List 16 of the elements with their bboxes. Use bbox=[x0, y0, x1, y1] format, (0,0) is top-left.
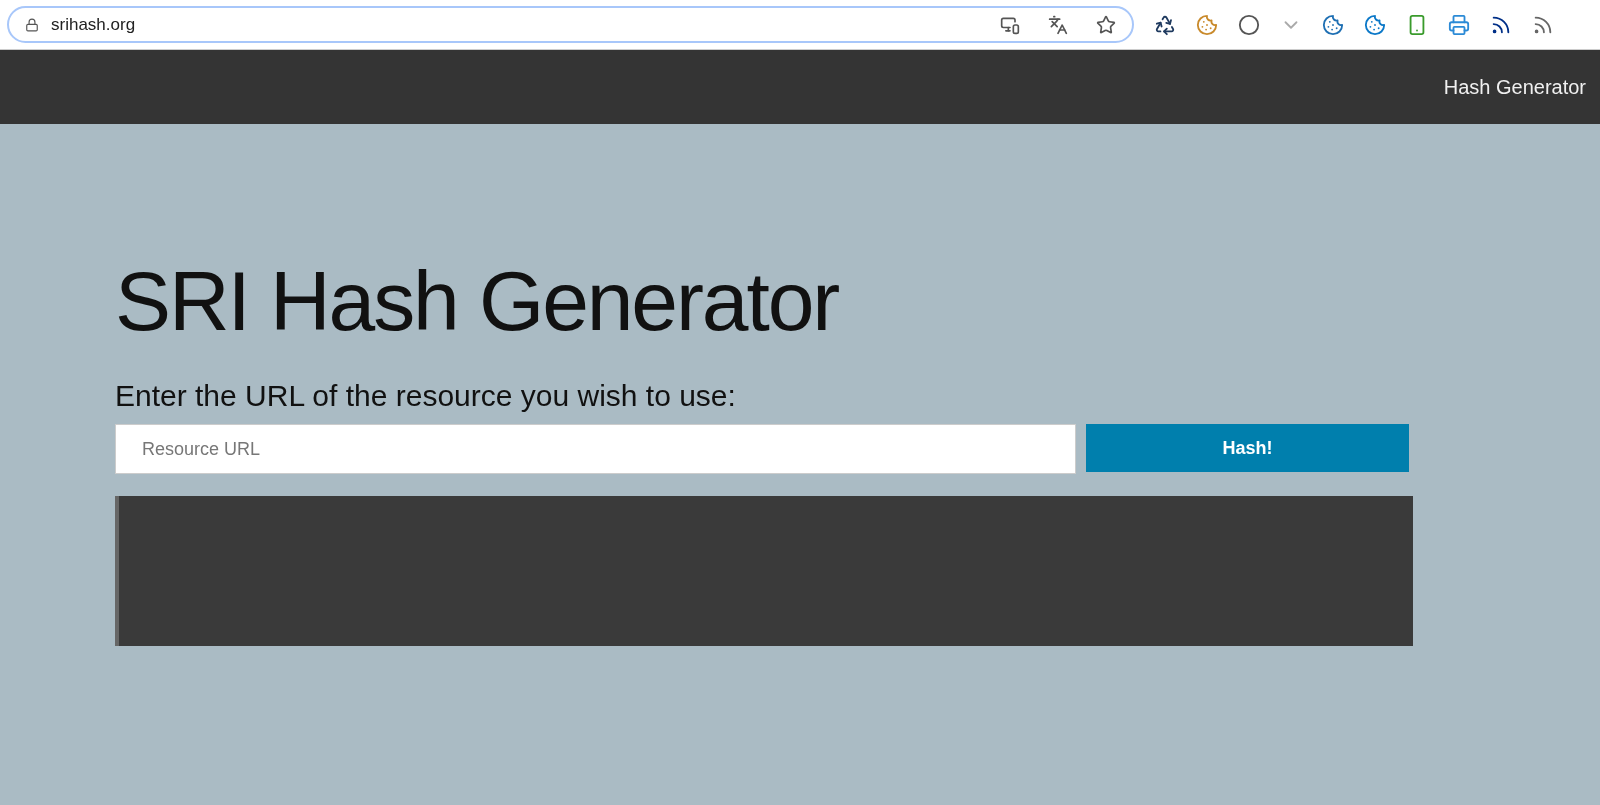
page-title: SRI Hash Generator bbox=[115, 259, 840, 343]
address-bar[interactable]: srihash.org bbox=[7, 6, 1134, 43]
recycle-icon[interactable] bbox=[1154, 13, 1176, 36]
printer-icon[interactable] bbox=[1448, 13, 1470, 36]
url-text: srihash.org bbox=[51, 13, 137, 36]
ring-icon[interactable] bbox=[1238, 13, 1260, 36]
cookie-icon[interactable] bbox=[1322, 13, 1344, 36]
prompt-text: Enter the URL of the resource you wish to use: bbox=[115, 378, 737, 414]
cookie-icon[interactable] bbox=[1196, 13, 1218, 36]
resource-url-field[interactable]: Resource URL bbox=[115, 424, 1076, 474]
hash-button[interactable]: Hash! bbox=[1086, 424, 1409, 472]
lock-icon bbox=[25, 17, 39, 32]
translate-icon[interactable] bbox=[1048, 14, 1068, 35]
cookie-icon[interactable] bbox=[1364, 13, 1386, 36]
nav-link[interactable]: Hash Generator bbox=[1443, 72, 1586, 102]
bookmark-star-icon[interactable] bbox=[1096, 14, 1116, 35]
